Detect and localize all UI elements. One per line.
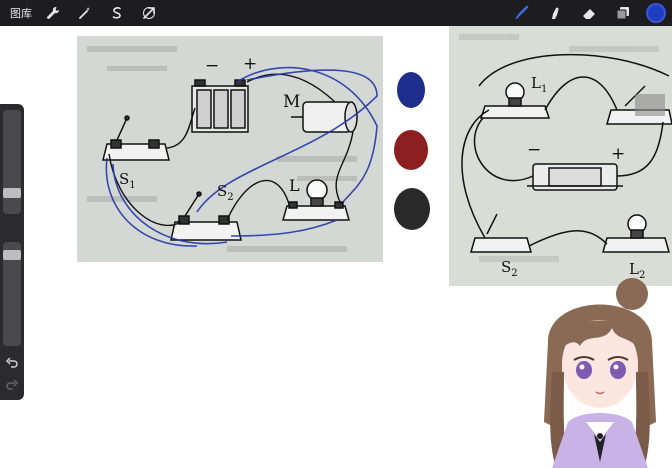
brush-icon[interactable] <box>510 2 532 24</box>
battery-right-minus-label: − <box>527 140 542 160</box>
battery-plus-label: + <box>243 54 258 74</box>
motor <box>291 101 358 133</box>
left-sidebar <box>0 104 24 400</box>
circuit-photo-left: − + M S1 S2 L <box>77 36 383 262</box>
selection-icon[interactable] <box>106 2 128 24</box>
brush-size-slider[interactable] <box>3 110 21 214</box>
drawing-canvas[interactable]: − + M S1 S2 L L1 − + S2 L2 <box>0 26 672 468</box>
lamp-l1-label: L1 <box>531 74 548 95</box>
swatch-blue[interactable] <box>397 72 425 108</box>
transform-arrow-icon[interactable] <box>138 2 160 24</box>
switch-s2-label: S2 <box>217 182 234 203</box>
battery-minus-label: − <box>205 56 220 76</box>
motor-label: M <box>283 92 301 112</box>
battery <box>191 79 249 133</box>
switch-s2-right <box>470 213 532 253</box>
gallery-button[interactable]: 图库 <box>10 5 32 21</box>
opacity-slider[interactable] <box>3 242 21 346</box>
right-toolset <box>510 0 672 26</box>
vtuber-avatar <box>528 272 672 468</box>
switch-s1-label: S1 <box>119 170 136 191</box>
switch-s1 <box>102 115 170 161</box>
top-toolbar: 图库 <box>0 0 672 26</box>
eraser-icon[interactable] <box>578 2 600 24</box>
circuit-photo-right: L1 − + S2 L2 <box>449 26 672 286</box>
undo-icon[interactable] <box>5 356 19 370</box>
battery-right <box>527 163 623 191</box>
wrench-icon[interactable] <box>42 2 64 24</box>
switch-top-right <box>606 85 672 125</box>
switch-s2-right-label: S2 <box>501 258 518 279</box>
circuit-left-drawing <box>87 46 378 252</box>
smudge-icon[interactable] <box>544 2 566 24</box>
lamp-l-label: L <box>289 176 300 195</box>
redo-icon[interactable] <box>5 378 19 392</box>
battery-right-plus-label: + <box>611 144 626 164</box>
color-picker-button[interactable] <box>646 3 666 23</box>
layers-icon[interactable] <box>612 2 634 24</box>
magic-wand-icon[interactable] <box>74 2 96 24</box>
lamp-l2 <box>602 214 670 253</box>
opacity-slider-thumb[interactable] <box>3 250 21 260</box>
brush-size-slider-thumb[interactable] <box>3 188 21 198</box>
swatch-red[interactable] <box>394 130 428 170</box>
swatch-black[interactable] <box>394 188 430 230</box>
circuit-right-drawing <box>459 34 672 262</box>
